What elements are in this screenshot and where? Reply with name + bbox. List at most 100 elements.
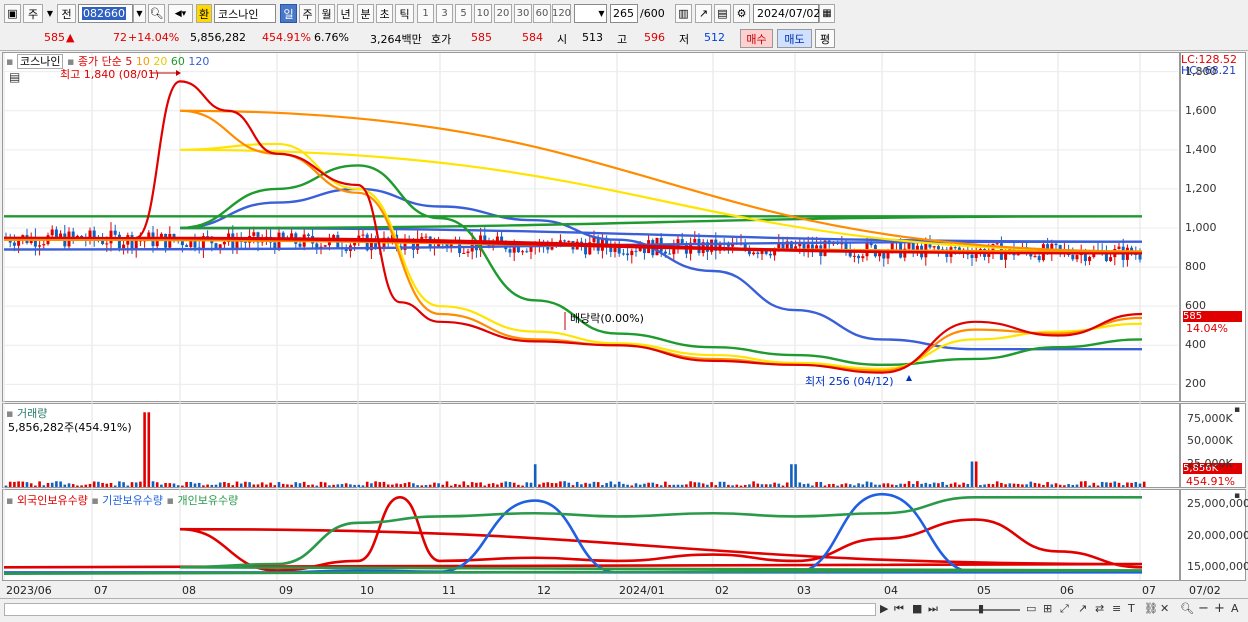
volume-bar [504, 481, 508, 487]
volume-bar [928, 484, 932, 487]
volume-bar [265, 484, 268, 487]
volume-bar [34, 485, 37, 487]
volume-bar [340, 484, 344, 487]
volume-bar [643, 483, 646, 487]
candle-body [932, 246, 936, 248]
volume-bar [391, 484, 394, 487]
volume-bar [147, 412, 151, 487]
legend-square-icon: ▪ [166, 494, 174, 507]
play-icon[interactable]: ▶ [880, 602, 888, 615]
candle-body [563, 240, 567, 242]
chart-canvas[interactable] [0, 0, 1248, 598]
zoom-icon[interactable]: 🔍︎ [1180, 602, 1194, 615]
volume-bar [378, 482, 382, 487]
volume-bar [798, 482, 802, 487]
volume-bar [685, 484, 688, 487]
volume-bar [445, 481, 449, 487]
volume-bar [38, 481, 41, 487]
volume-bar [659, 485, 663, 487]
candle-body [521, 251, 525, 253]
fib-icon[interactable]: ≡ [1112, 602, 1121, 615]
zoom-out-icon[interactable]: − [1198, 601, 1209, 616]
zoom-slider-thumb-icon[interactable]: ▮ [978, 602, 984, 615]
candle-body [1037, 256, 1041, 261]
foreign-holdings-line [3, 496, 1143, 572]
x-axis-tick: 2023/06 [6, 584, 52, 597]
volume-bar [1004, 484, 1007, 487]
price-y-tick: 1,200 [1185, 181, 1217, 195]
zoom-slider[interactable] [950, 609, 1020, 611]
volume-bar [218, 482, 222, 487]
candle-body [764, 250, 768, 254]
crosshair-icon[interactable]: ⊞ [1043, 602, 1052, 615]
volume-bar [512, 482, 516, 487]
price-y-tick: 800 [1185, 260, 1206, 274]
volume-bar [907, 481, 911, 487]
zoom-in-icon[interactable]: + [1214, 601, 1225, 616]
stop-icon[interactable]: ■ [912, 602, 922, 615]
font-size-icon[interactable]: A [1231, 602, 1239, 615]
volume-bar [252, 484, 256, 487]
volume-bar [395, 483, 398, 487]
volume-bar [8, 481, 12, 487]
volume-bar [487, 483, 491, 487]
holdings-y-tick: 15,000,000 [1187, 560, 1248, 574]
volume-bar [88, 483, 92, 487]
close-icon[interactable]: ▪ [1234, 405, 1240, 415]
volume-bar [256, 484, 260, 487]
candle-body [907, 242, 911, 249]
volume-bar [697, 482, 701, 487]
individual-label: 개인보유수량 [177, 494, 239, 507]
volume-bar [693, 482, 697, 487]
volume-bar [924, 482, 928, 487]
volume-bar [890, 484, 894, 487]
volume-bar [244, 481, 247, 487]
link-icon[interactable]: ⛓ [1144, 602, 1158, 615]
volume-bar [151, 481, 155, 487]
volume-bar [462, 481, 466, 487]
ma60-label: 60 [170, 55, 185, 68]
volume-bar [370, 483, 373, 487]
volume-bar [319, 481, 323, 487]
rewind-icon[interactable]: ⏮ [894, 602, 904, 616]
volume-bar [735, 484, 739, 487]
volume-bar [668, 484, 671, 487]
volume-bar [424, 485, 428, 487]
volume-bar [328, 485, 331, 487]
horizontal-scrollbar[interactable] [4, 603, 876, 616]
volume-bar [857, 483, 860, 487]
erase-icon[interactable]: ✕ [1160, 602, 1169, 615]
candle-body [420, 236, 424, 239]
volume-bar [617, 481, 621, 487]
volume-bar [1042, 484, 1045, 487]
volume-bar [407, 482, 411, 487]
candle-body [462, 252, 466, 254]
volume-bar [836, 485, 839, 487]
x-axis-tick: 08 [182, 584, 196, 597]
volume-bar [676, 484, 680, 487]
candle-body [756, 252, 760, 254]
volume-bar [206, 484, 209, 487]
forward-icon[interactable]: ⏭ [928, 602, 938, 616]
volume-bar [701, 483, 705, 487]
line-tool-icon[interactable]: ⇄ [1095, 602, 1104, 615]
candle-body [970, 254, 974, 258]
x-axis-tick: 09 [279, 584, 293, 597]
chart-tools-icon[interactable]: ▭ [1026, 602, 1036, 615]
text-tool-icon[interactable]: T [1128, 602, 1135, 615]
x-axis-tick: 07/02 [1189, 584, 1221, 597]
volume-bar [17, 481, 20, 487]
volume-bar [718, 481, 722, 487]
ma60-line [4, 164, 1143, 367]
candle-body [252, 232, 256, 236]
arrow-tool-icon[interactable]: ↗ [1078, 602, 1087, 615]
trend-icon[interactable]: ⤢ [1060, 602, 1069, 616]
volume-bar [945, 484, 949, 487]
volume-bar [1079, 481, 1083, 487]
volume-bar [139, 481, 142, 487]
indicator-list-icon[interactable]: ▤ [9, 70, 20, 84]
volume-bar [336, 484, 340, 487]
volume-bar [67, 483, 71, 487]
volume-bar [529, 482, 533, 487]
volume-bar [76, 485, 79, 487]
